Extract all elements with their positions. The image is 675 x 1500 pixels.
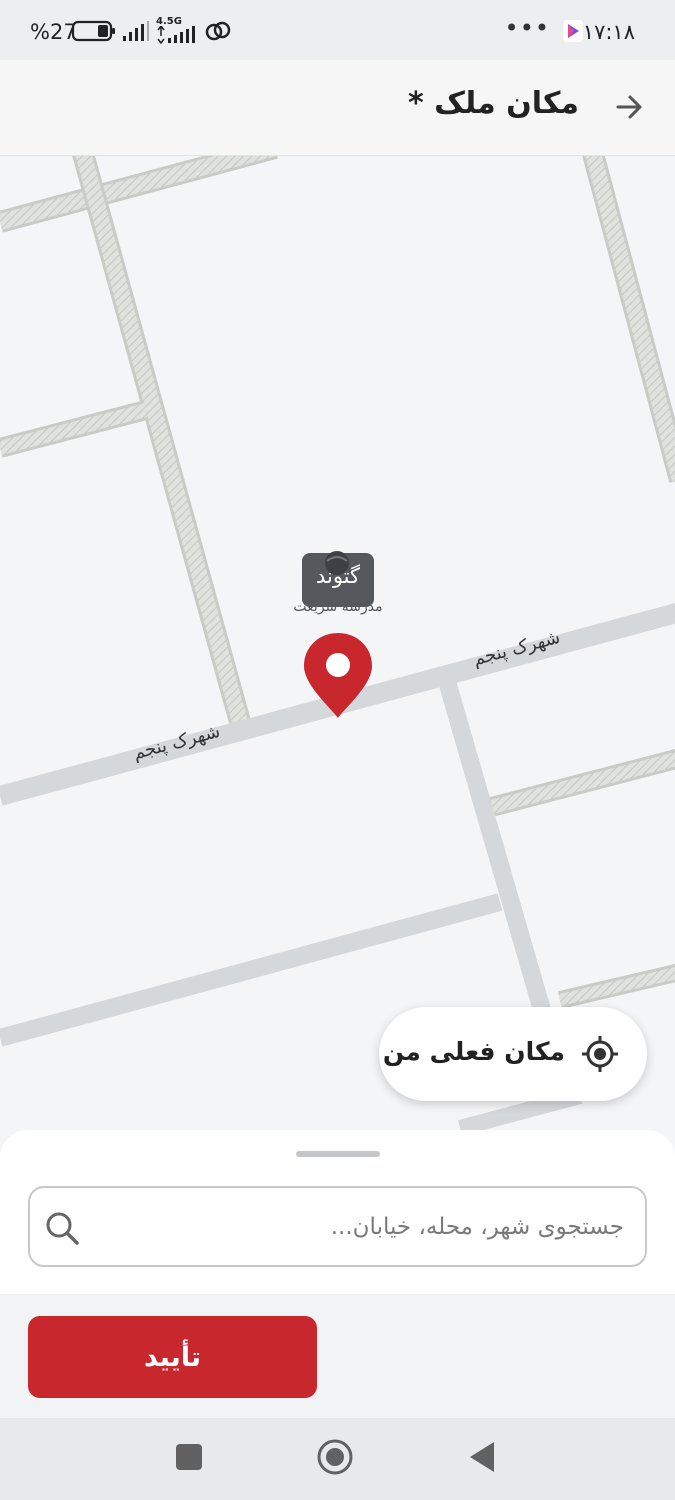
network-signal-icon: 4.5G xyxy=(156,16,198,44)
confirm-button[interactable]: تأیید xyxy=(28,1316,317,1398)
location-pin-icon xyxy=(304,633,372,718)
system-nav-bar xyxy=(0,1418,675,1500)
status-bar: %27 4.5G ••• ۱۷:۱۸ xyxy=(0,0,675,60)
clock: ۱۷:۱۸ xyxy=(582,20,635,44)
more-dots-icon: ••• xyxy=(504,14,550,42)
home-circle-icon[interactable] xyxy=(316,1438,354,1476)
sheet-drag-handle[interactable] xyxy=(296,1151,380,1157)
arrow-right-icon[interactable] xyxy=(615,90,645,124)
poi-subtitle: مدرسه شریعت xyxy=(293,599,383,615)
poi-name: گتوند xyxy=(315,564,361,588)
page-title: مکان ملک * xyxy=(407,86,579,121)
map-view[interactable]: شهرک پنجم شهرک پنجم گتوند مدرسه شریعت مک… xyxy=(0,156,675,1156)
back-triangle-icon[interactable] xyxy=(468,1440,496,1474)
search-icon[interactable] xyxy=(44,1210,80,1246)
crosshair-icon xyxy=(582,1036,618,1072)
app-header: مکان ملک * xyxy=(0,60,675,156)
my-location-button[interactable]: مکان فعلی من xyxy=(379,1007,647,1101)
bottom-sheet xyxy=(0,1130,675,1294)
app-notification-icon xyxy=(563,20,583,42)
search-field[interactable] xyxy=(28,1186,647,1267)
signal-icon xyxy=(123,21,149,41)
action-footer: تأیید xyxy=(0,1294,675,1418)
battery-icon xyxy=(72,20,115,42)
search-input[interactable] xyxy=(110,1204,624,1250)
recents-square-icon[interactable] xyxy=(176,1444,202,1470)
battery-percent: %27 xyxy=(30,20,77,44)
my-location-label: مکان فعلی من xyxy=(382,1037,565,1066)
hotspot-icon xyxy=(205,21,231,41)
